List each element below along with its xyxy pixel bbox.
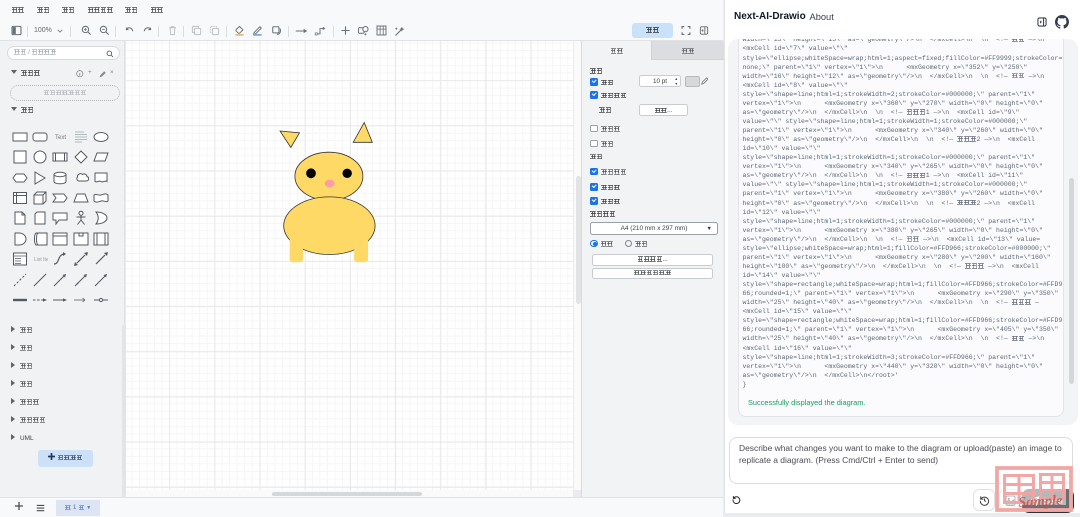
svg-text:List Item: List Item [34,257,48,263]
svg-text:Text: Text [55,135,66,141]
svg-text:Sample: Sample [1018,493,1064,511]
